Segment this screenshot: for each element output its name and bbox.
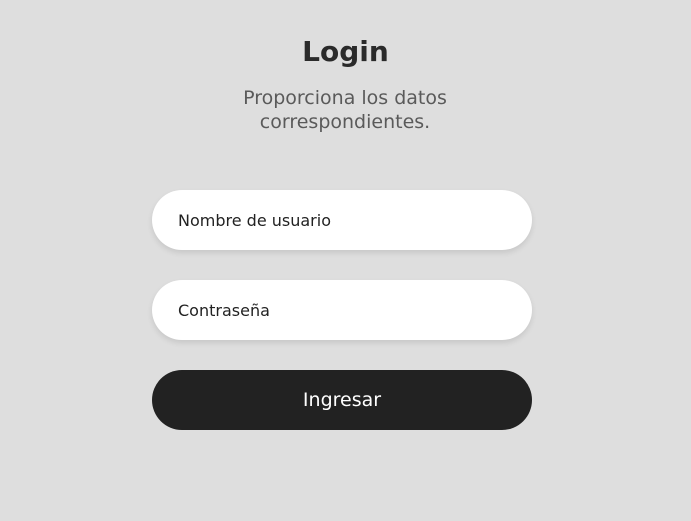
- password-input[interactable]: [152, 280, 532, 340]
- username-input[interactable]: [152, 190, 532, 250]
- login-submit-button[interactable]: Ingresar: [152, 370, 532, 430]
- login-form: Login Proporciona los datos correspondie…: [0, 0, 691, 521]
- page-title: Login: [302, 35, 389, 68]
- page-subtitle: Proporciona los datos correspondientes.: [243, 87, 447, 133]
